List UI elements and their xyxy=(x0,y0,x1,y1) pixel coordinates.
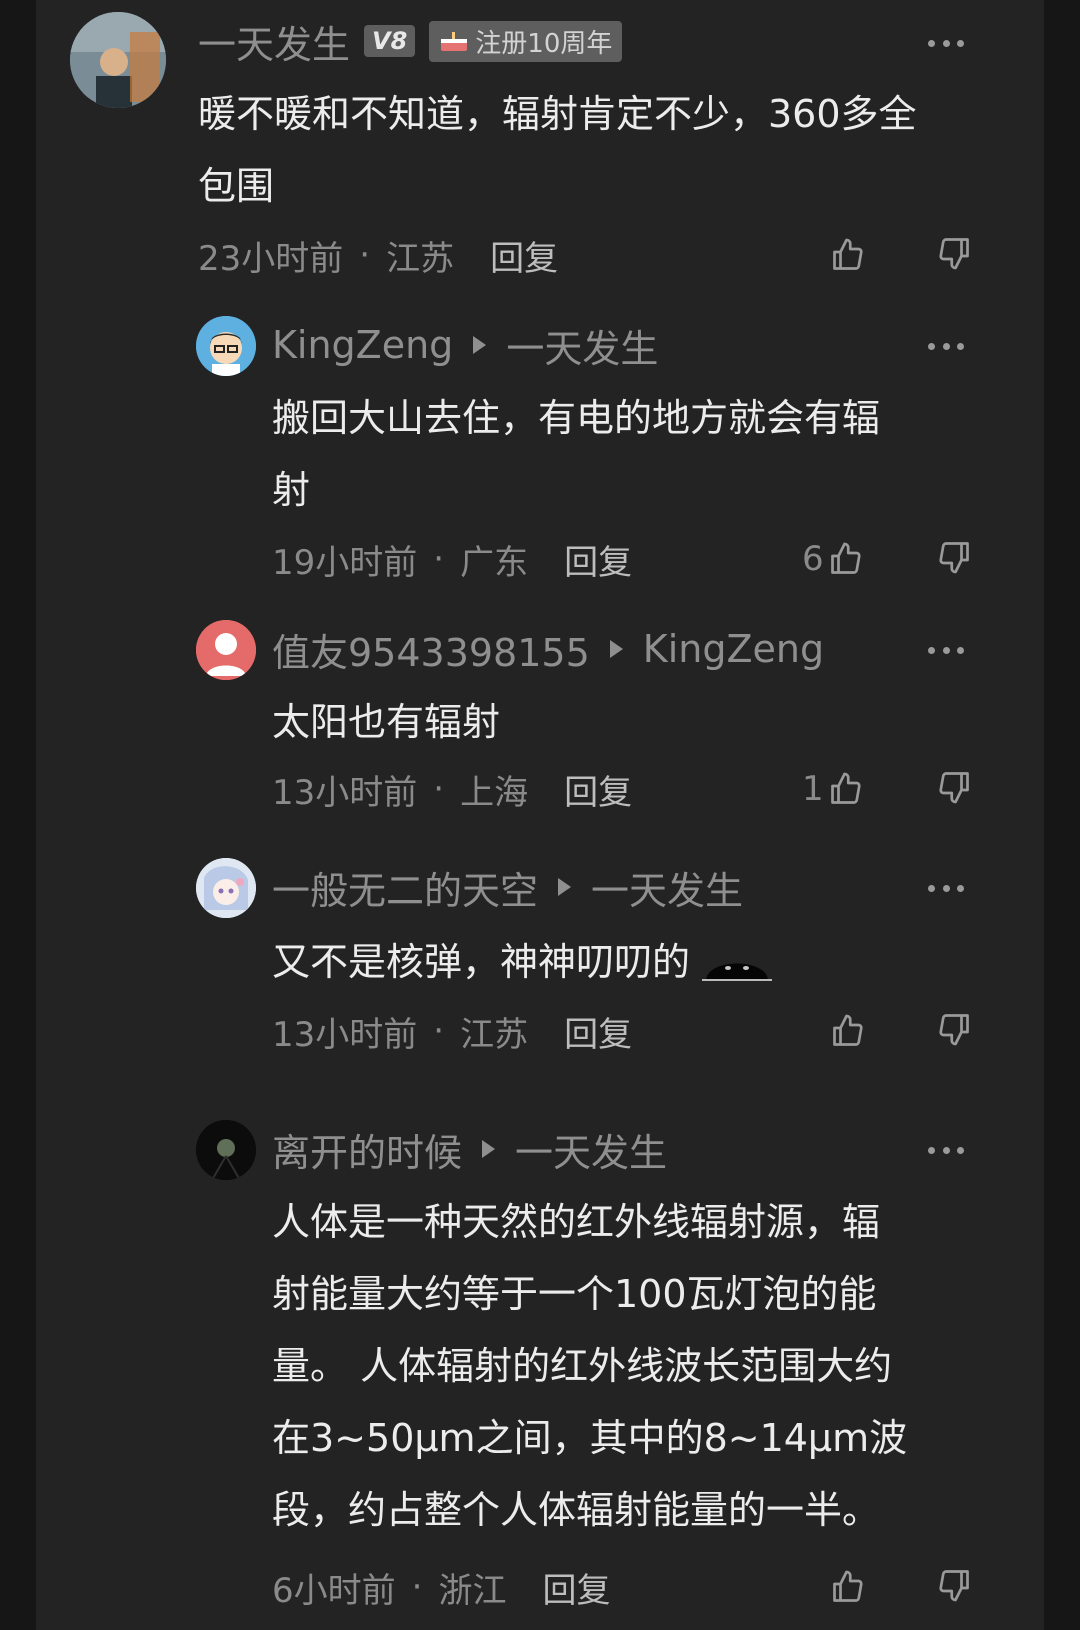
reply-item: 值友9543398155 KingZeng 太阳也有辐射 13小时前 · 上海 … xyxy=(36,610,1044,840)
dislike-button[interactable] xyxy=(936,228,972,278)
reply-arrow-icon xyxy=(609,640,623,658)
comment-header: 一天发生 V8 注册10周年 xyxy=(198,14,623,69)
reply-to-username[interactable]: 一天发生 xyxy=(591,860,743,915)
comment-text: 又不是核弹，神神叨叨的 xyxy=(272,926,972,998)
reply-item: 离开的时候 一天发生 人体是一种天然的红外线辐射源，辐 射能量大约等于一个100… xyxy=(36,1090,1044,1630)
anniversary-label: 注册10周年 xyxy=(475,28,613,59)
thumbs-down-icon xyxy=(939,1570,969,1602)
dislike-button[interactable] xyxy=(936,532,972,582)
comment-meta: 6小时前 · 浙江 回复 xyxy=(272,1562,610,1612)
reply-button[interactable]: 回复 xyxy=(564,535,632,584)
reply-item: 一般无二的天空 一天发生 又不是核弹，神神叨叨的 13小时前 · 江苏 回复 xyxy=(36,848,1044,1088)
reply-arrow-icon xyxy=(473,336,487,354)
thumbs-up-icon xyxy=(833,238,863,270)
avatar[interactable] xyxy=(196,858,256,918)
reply-button[interactable]: 回复 xyxy=(542,1563,610,1612)
username[interactable]: KingZeng xyxy=(272,323,453,367)
level-badge: V8 xyxy=(364,25,416,57)
like-count: 6 xyxy=(802,539,824,579)
comment-region: 广东 xyxy=(460,542,529,583)
reply-to-username[interactable]: 一天发生 xyxy=(515,1122,667,1177)
comment-text: 暖不暖和不知道，辐射肯定不少，360多全 包围 xyxy=(198,92,917,208)
comment-region: 江苏 xyxy=(386,238,455,279)
dislike-button[interactable] xyxy=(936,762,972,812)
reply-arrow-icon xyxy=(482,1140,496,1158)
comment-region: 江苏 xyxy=(460,1014,529,1055)
like-count: 1 xyxy=(802,769,824,809)
username[interactable]: 值友9543398155 xyxy=(272,622,590,677)
comment-meta: 13小时前 · 江苏 回复 xyxy=(272,1006,632,1056)
reply-button[interactable]: 回复 xyxy=(490,231,558,280)
username[interactable]: 一天发生 xyxy=(198,14,350,69)
like-button[interactable] xyxy=(826,230,866,280)
comment-meta: 19小时前 · 广东 回复 xyxy=(272,534,632,584)
reply-header: 一般无二的天空 一天发生 xyxy=(272,860,743,915)
comment-meta: 13小时前 · 上海 回复 xyxy=(272,764,632,814)
comment-text: 搬回大山去住，有电的地方就会有辐 射 xyxy=(272,396,881,512)
username[interactable]: 离开的时候 xyxy=(272,1122,462,1177)
like-button[interactable]: 6 xyxy=(802,534,864,584)
avatar[interactable] xyxy=(196,316,256,376)
dislike-button[interactable] xyxy=(936,1560,972,1610)
dislike-button[interactable] xyxy=(936,1004,972,1054)
reply-button[interactable]: 回复 xyxy=(564,1007,632,1056)
more-options-icon[interactable] xyxy=(928,340,964,352)
cake-icon xyxy=(441,32,468,51)
thumbs-up-icon xyxy=(833,1570,863,1602)
comment-time: 19小时前 xyxy=(272,542,418,583)
sunglasses-emoji-icon xyxy=(702,963,773,981)
reply-button[interactable]: 回复 xyxy=(564,765,632,814)
avatar[interactable] xyxy=(196,620,256,680)
username[interactable]: 一般无二的天空 xyxy=(272,860,538,915)
comment-region: 浙江 xyxy=(438,1570,507,1611)
avatar[interactable] xyxy=(70,12,166,108)
comment-list: 一天发生 V8 注册10周年 暖不暖和不知道，辐射肯定不少，360多全 包围 2… xyxy=(36,0,1044,1630)
comment-meta: 23小时前 · 江苏 回复 xyxy=(198,230,558,280)
comment-time: 13小时前 xyxy=(272,772,418,813)
reply-header: 离开的时候 一天发生 xyxy=(272,1122,667,1177)
reply-header: 值友9543398155 KingZeng xyxy=(272,622,824,677)
reply-to-username[interactable]: 一天发生 xyxy=(506,318,658,373)
anniversary-badge: 注册10周年 xyxy=(429,20,623,62)
thumbs-down-icon xyxy=(939,1014,969,1046)
like-button[interactable] xyxy=(826,1562,866,1612)
comment-time: 23小时前 xyxy=(198,238,344,279)
reply-item: KingZeng 一天发生 搬回大山去住，有电的地方就会有辐 射 19小时前 ·… xyxy=(36,300,1044,600)
comment-time: 13小时前 xyxy=(272,1014,418,1055)
more-options-icon[interactable] xyxy=(928,882,964,894)
reply-arrow-icon xyxy=(558,878,572,896)
comment-text: 人体是一种天然的红外线辐射源，辐 射能量大约等于一个100瓦灯泡的能 量。 人体… xyxy=(272,1200,908,1532)
thumbs-down-icon xyxy=(939,772,969,804)
thumbs-up-icon xyxy=(830,542,861,574)
thumbs-up-icon xyxy=(830,772,861,804)
comment-item: 一天发生 V8 注册10周年 暖不暖和不知道，辐射肯定不少，360多全 包围 2… xyxy=(36,0,1044,300)
more-options-icon[interactable] xyxy=(928,37,964,49)
comment-text: 太阳也有辐射 xyxy=(272,700,501,744)
comment-region: 上海 xyxy=(460,772,529,813)
like-button[interactable]: 1 xyxy=(802,764,864,814)
thumbs-down-icon xyxy=(939,542,969,574)
thumbs-down-icon xyxy=(939,238,969,270)
more-options-icon[interactable] xyxy=(928,644,964,656)
like-button[interactable] xyxy=(826,1006,866,1056)
more-options-icon[interactable] xyxy=(928,1144,964,1156)
thumbs-up-icon xyxy=(833,1014,863,1046)
reply-header: KingZeng 一天发生 xyxy=(272,318,658,373)
reply-to-username[interactable]: KingZeng xyxy=(643,627,824,671)
comment-time: 6小时前 xyxy=(272,1570,396,1611)
avatar[interactable] xyxy=(196,1120,256,1180)
